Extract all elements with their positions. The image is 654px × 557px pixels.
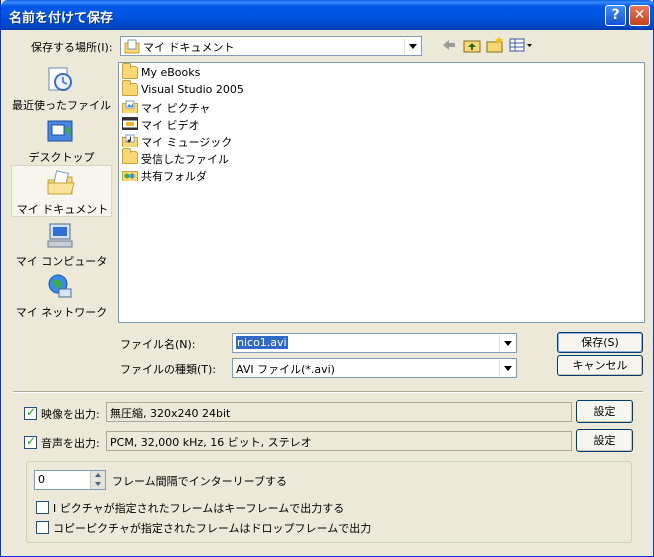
recent-documents-icon <box>48 67 72 91</box>
save-in-dropdown[interactable]: マイ ドキュメント <box>120 36 422 56</box>
videos-folder-icon <box>122 117 138 130</box>
folder-icon <box>122 63 138 79</box>
help-button[interactable]: ? <box>605 5 626 26</box>
place-label: マイ ドキュメント <box>16 203 109 216</box>
filetype-value: AVI ファイル(*.avi) <box>236 363 335 376</box>
filename-value: nico1.avi <box>236 336 288 349</box>
save-button[interactable]: 保存(S) <box>557 332 643 353</box>
file-name: マイ ビデオ <box>141 119 200 132</box>
place-my-documents[interactable]: マイ ドキュメント <box>11 165 112 217</box>
music-folder-icon <box>122 134 138 147</box>
audio-output-checkbox[interactable] <box>24 434 37 449</box>
file-name: My eBooks <box>141 66 201 79</box>
keyframe-label: I ピクチャが指定されたフレームはキーフレームで出力する <box>53 502 345 515</box>
dropframe-label: コピーピクチャが指定されたフレームはドロップフレームで出力 <box>53 522 372 535</box>
save-as-dialog: 名前を付けて保存 ? ✕ 保存する場所(I): マイ ドキュメント 最近使ったフ… <box>0 0 654 557</box>
file-name: マイ ミュージック <box>141 136 233 149</box>
title-bar[interactable]: 名前を付けて保存 ? ✕ <box>1 0 654 30</box>
video-format-value: 無圧縮, 320x240 24bit <box>110 407 231 420</box>
back-arrow-icon[interactable] <box>441 38 457 52</box>
up-folder-icon[interactable] <box>463 37 481 53</box>
interleave-label: フレーム間隔でインターリーブする <box>112 475 288 488</box>
audio-settings-button[interactable]: 設定 <box>576 429 633 452</box>
keyframe-checkbox[interactable] <box>36 501 49 514</box>
place-desktop[interactable]: デスクトップ <box>11 114 112 166</box>
video-format-field: 無圧縮, 320x240 24bit <box>106 402 572 422</box>
audio-output-label: 音声を出力: <box>41 437 100 450</box>
places-bar: 最近使ったファイル デスクトップ マイ ドキュメント マイ コンピュータ マイ … <box>11 62 112 324</box>
place-my-network[interactable]: マイ ネットワーク <box>11 269 112 321</box>
dropframe-checkbox[interactable] <box>36 521 49 534</box>
filetype-label: ファイルの種類(T): <box>120 363 217 376</box>
my-network-icon <box>48 274 72 298</box>
place-label: 最近使ったファイル <box>12 99 111 112</box>
video-output-label: 映像を出力: <box>41 408 100 421</box>
place-recent[interactable]: 最近使ったファイル <box>11 62 112 114</box>
chevron-down-icon[interactable] <box>499 335 515 351</box>
filename-label: ファイル名(N): <box>120 338 196 351</box>
save-in-label: 保存する場所(I): <box>31 41 113 54</box>
view-menu-icon[interactable] <box>509 37 533 53</box>
place-label: マイ ネットワーク <box>15 306 108 319</box>
spin-down-icon[interactable] <box>90 480 105 489</box>
save-in-value: マイ ドキュメント <box>143 41 235 54</box>
place-my-computer[interactable]: マイ コンピュータ <box>11 218 112 270</box>
place-label: デスクトップ <box>28 151 95 164</box>
video-settings-button[interactable]: 設定 <box>576 400 633 423</box>
file-name: 受信したファイル <box>141 153 229 166</box>
pictures-folder-icon <box>122 100 138 113</box>
place-label: マイ コンピュータ <box>15 255 108 268</box>
close-button[interactable]: ✕ <box>629 5 650 26</box>
cancel-button[interactable]: キャンセル <box>557 355 643 376</box>
new-folder-icon[interactable] <box>486 36 504 53</box>
my-documents-icon <box>47 170 75 195</box>
file-name: マイ ピクチャ <box>141 102 211 115</box>
audio-format-field: PCM, 32,000 kHz, 16 ビット, ステレオ <box>106 431 572 451</box>
spin-up-icon[interactable] <box>90 471 105 480</box>
folder-icon <box>122 80 138 96</box>
filetype-dropdown[interactable]: AVI ファイル(*.avi) <box>232 358 517 378</box>
chevron-down-icon[interactable] <box>404 38 420 54</box>
chevron-down-icon[interactable] <box>499 360 515 376</box>
interleave-value: 0 <box>38 473 45 486</box>
shared-folder-icon <box>122 171 138 181</box>
desktop-icon <box>47 120 73 142</box>
file-name: Visual Studio 2005 <box>141 83 244 96</box>
interleave-spinner[interactable]: 0 <box>34 470 106 490</box>
separator <box>13 391 643 393</box>
window-title: 名前を付けて保存 <box>9 11 114 26</box>
video-output-checkbox[interactable] <box>24 405 37 420</box>
file-name: 共有フォルダ <box>141 170 207 183</box>
audio-format-value: PCM, 32,000 kHz, 16 ビット, ステレオ <box>110 436 312 449</box>
file-list[interactable]: My eBooks Visual Studio 2005 マイ ピクチャ マイ … <box>118 62 645 323</box>
my-documents-icon <box>124 39 140 54</box>
folder-icon <box>122 148 138 164</box>
my-computer-icon <box>47 223 73 248</box>
filename-input[interactable]: nico1.avi <box>232 333 517 353</box>
